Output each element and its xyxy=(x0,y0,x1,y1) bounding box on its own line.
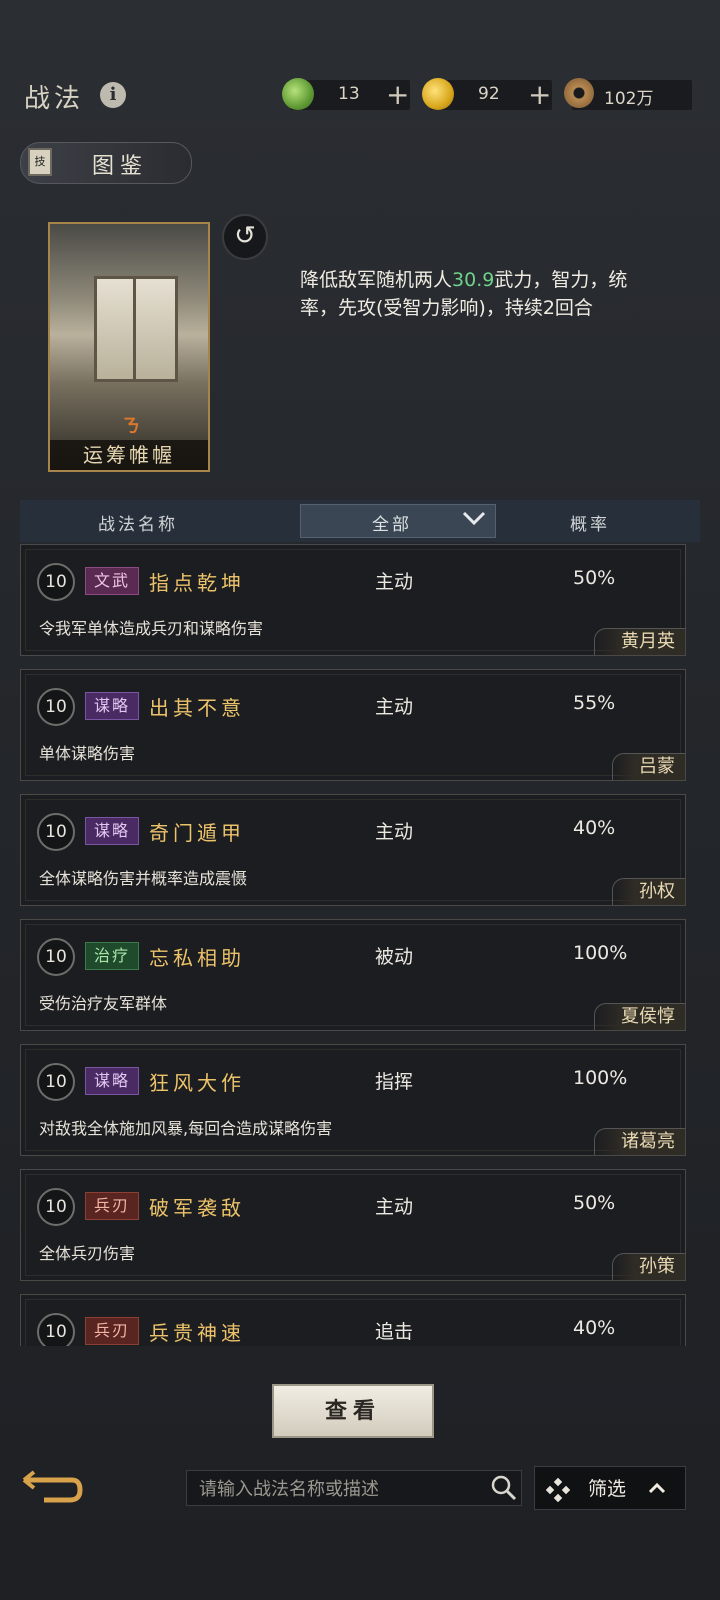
filter-label: 筛选 xyxy=(588,1478,627,1500)
gold-coin-icon xyxy=(422,78,454,110)
skill-hero-label: 吕蒙 xyxy=(612,753,685,780)
skill-rate: 50% xyxy=(573,1192,616,1214)
skill-hero-label: 夏侯惇 xyxy=(594,1003,685,1030)
skill-rate: 40% xyxy=(573,817,616,839)
skill-type: 主动 xyxy=(375,696,414,718)
skill-list[interactable]: 10 文武 指点乾坤 主动 50% 令我军单体造成兵刃和谋略伤害 黄月英 10 谋略 出其不意 主动… xyxy=(20,544,686,1346)
skill-name: 忘私相助 xyxy=(149,946,245,970)
desc-text-prefix: 降低敌军随机两人 xyxy=(300,269,453,291)
skill-row[interactable]: 10 文武 指点乾坤 主动 50% 令我军单体造成兵刃和谋略伤害 黄月英 xyxy=(20,544,686,656)
skill-rate: 100% xyxy=(573,942,628,964)
header-name-column: 战法名称 xyxy=(98,515,178,535)
skill-hero-label: 孙权 xyxy=(612,878,685,905)
chevron-up-icon xyxy=(648,1482,666,1494)
skill-level-badge: 10 xyxy=(37,1313,75,1346)
add-gold-button[interactable]: + xyxy=(528,78,551,111)
skill-type: 追击 xyxy=(375,1321,414,1343)
skill-type: 主动 xyxy=(375,821,414,843)
tujian-label: 图鉴 xyxy=(92,154,149,179)
book-icon: 技 xyxy=(28,148,52,176)
skill-card-name: 运筹帷幄 xyxy=(50,440,208,470)
copper-value: 102万 xyxy=(604,89,654,109)
search-icon[interactable] xyxy=(490,1474,518,1502)
skill-name: 破军袭敌 xyxy=(149,1196,245,1220)
skill-row[interactable]: 10 谋略 出其不意 主动 55% 单体谋略伤害 吕蒙 xyxy=(20,669,686,781)
skill-name: 兵贵神速 xyxy=(149,1321,245,1345)
skill-type: 主动 xyxy=(375,571,414,593)
search-input[interactable] xyxy=(197,1475,481,1503)
back-arrow-icon[interactable] xyxy=(20,1470,84,1510)
skill-row[interactable]: 10 治疗 忘私相助 被动 100% 受伤治疗友军群体 夏侯惇 xyxy=(20,919,686,1031)
card-rank-icon: ㄋ xyxy=(122,416,140,437)
skill-rate: 55% xyxy=(573,692,616,714)
add-jade-button[interactable]: + xyxy=(386,78,409,111)
copper-coin-icon xyxy=(564,78,594,108)
jade-icon xyxy=(282,78,314,110)
search-box[interactable] xyxy=(186,1470,522,1506)
copper-counter: 102万 xyxy=(564,78,692,110)
jade-counter: 13 + xyxy=(282,78,410,111)
skill-desc: 受伤治疗友军群体 xyxy=(39,994,168,1013)
desc-highlight-value: 30.9 xyxy=(452,269,495,291)
skill-level-badge: 10 xyxy=(37,1188,75,1226)
skill-name: 指点乾坤 xyxy=(149,571,245,595)
skill-card-image: ㄋ xyxy=(48,222,210,472)
skill-desc: 全体谋略伤害并概率造成震慑 xyxy=(39,869,248,888)
skill-category-tag: 兵刃 xyxy=(85,1192,139,1220)
skill-category-tag: 治疗 xyxy=(85,942,139,970)
skill-type: 主动 xyxy=(375,1196,414,1218)
skill-name: 出其不意 xyxy=(149,696,245,720)
skill-rate: 40% xyxy=(573,1317,616,1339)
skill-rate: 50% xyxy=(573,567,616,589)
skill-level-badge: 10 xyxy=(37,938,75,976)
skill-desc: 对敌我全体施加风暴,每回合造成谋略伤害 xyxy=(39,1119,333,1138)
card-illustration xyxy=(94,276,178,382)
skill-row[interactable]: 10 谋略 狂风大作 指挥 100% 对敌我全体施加风暴,每回合造成谋略伤害 诸葛亮 xyxy=(20,1044,686,1156)
skill-level-badge: 10 xyxy=(37,813,75,851)
skill-level-badge: 10 xyxy=(37,563,75,601)
header-rate-column: 概率 xyxy=(570,515,610,535)
skill-name: 奇门遁甲 xyxy=(149,821,245,845)
type-filter-value: 全部 xyxy=(372,515,412,535)
view-button[interactable]: 查看 xyxy=(272,1384,434,1438)
skill-type: 被动 xyxy=(375,946,414,968)
chevron-down-icon xyxy=(462,511,486,526)
skill-level-badge: 10 xyxy=(37,1063,75,1101)
skill-category-tag: 谋略 xyxy=(85,1067,139,1095)
filter-diamond-icon xyxy=(546,1478,570,1502)
skill-desc: 单体谋略伤害 xyxy=(39,744,136,763)
skill-hero-label: 诸葛亮 xyxy=(594,1128,685,1155)
jade-value: 13 xyxy=(338,84,360,104)
skill-type: 指挥 xyxy=(375,1071,414,1093)
skill-category-tag: 兵刃 xyxy=(85,1317,139,1345)
info-icon[interactable]: i xyxy=(100,82,126,108)
skill-description: 降低敌军随机两人30.9武力，智力，统率，先攻(受智力影响)，持续2回合 xyxy=(300,266,650,322)
page-title: 战法 xyxy=(24,84,85,114)
flip-card-button[interactable]: ↺ xyxy=(222,214,268,260)
skill-row[interactable]: 10 谋略 奇门遁甲 主动 40% 全体谋略伤害并概率造成震慑 孙权 xyxy=(20,794,686,906)
skill-category-tag: 谋略 xyxy=(85,817,139,845)
skill-name: 狂风大作 xyxy=(149,1071,245,1095)
skill-rate: 100% xyxy=(573,1067,628,1089)
skill-category-tag: 文武 xyxy=(85,567,139,595)
skill-row[interactable]: 10 兵刃 兵贵神速 追击 40% xyxy=(20,1294,686,1346)
skill-hero-label: 孙策 xyxy=(612,1253,685,1280)
skill-desc: 令我军单体造成兵刃和谋略伤害 xyxy=(39,619,264,638)
skill-hero-label: 黄月英 xyxy=(594,628,685,655)
skill-category-tag: 谋略 xyxy=(85,692,139,720)
skill-row[interactable]: 10 兵刃 破军袭敌 主动 50% 全体兵刃伤害 孙策 xyxy=(20,1169,686,1281)
gold-counter: 92 + xyxy=(422,78,552,111)
gold-value: 92 xyxy=(478,84,500,104)
skill-level-badge: 10 xyxy=(37,688,75,726)
skill-desc: 全体兵刃伤害 xyxy=(39,1244,136,1263)
